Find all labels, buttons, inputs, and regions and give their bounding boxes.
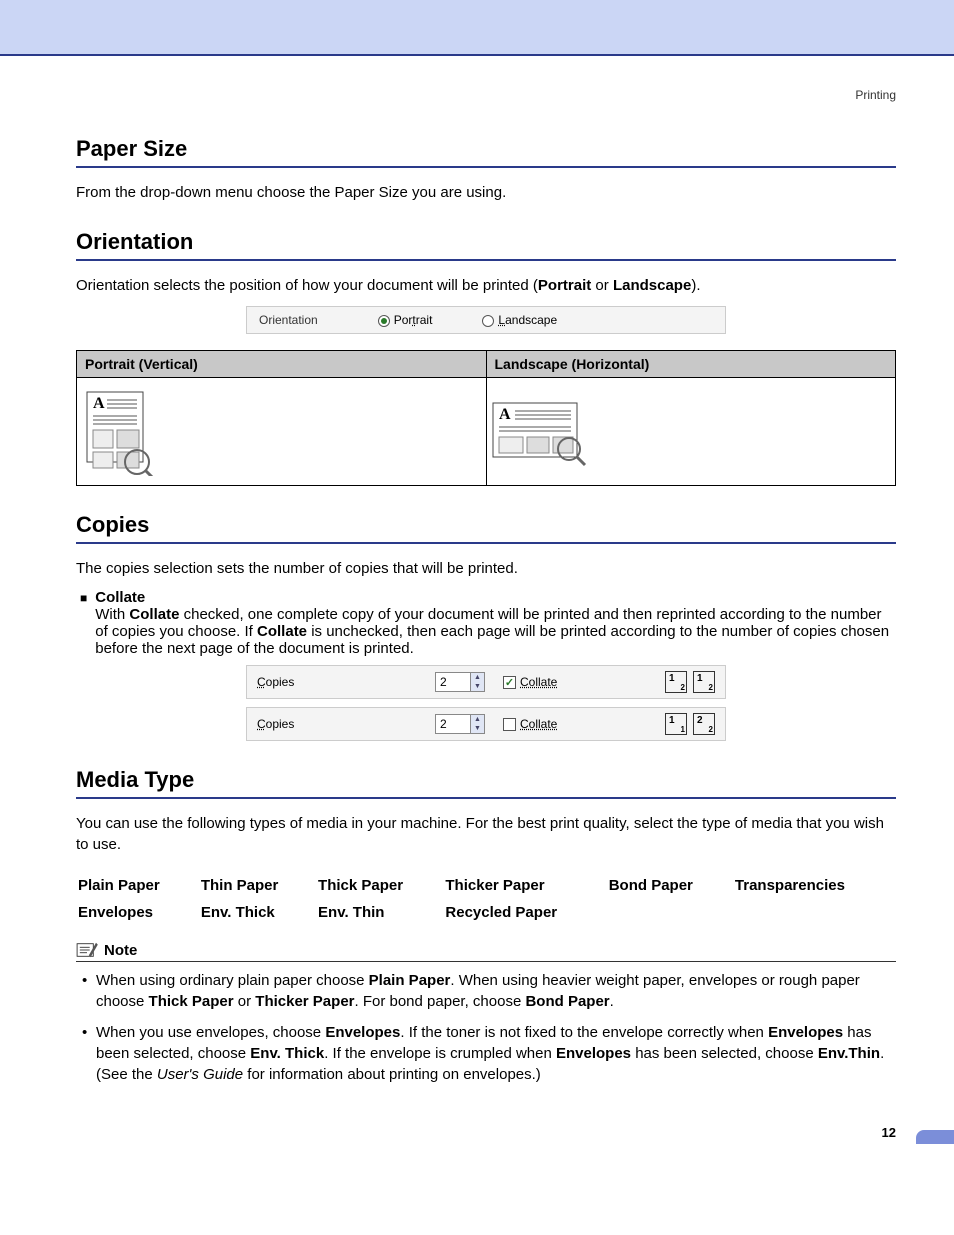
text: or — [591, 277, 613, 294]
collate-order-icon: 12 12 — [665, 671, 715, 693]
note-item: When you use envelopes, choose Envelopes… — [82, 1022, 896, 1085]
text: ). — [691, 277, 700, 294]
copies-input[interactable] — [436, 715, 470, 733]
copies-spinner[interactable]: ▲▼ — [435, 714, 485, 734]
page-number: 12 — [76, 1125, 896, 1170]
td-portrait-icon: A — [77, 378, 487, 486]
copies-input[interactable] — [436, 673, 470, 691]
text: With — [95, 606, 129, 623]
copies-body: The copies selection sets the number of … — [76, 558, 896, 579]
text: Orientation selects the position of how … — [76, 277, 538, 294]
th-portrait: Portrait (Vertical) — [77, 351, 487, 378]
orientation-dialog: Orientation Portrait Landscape — [246, 306, 726, 334]
media-table: Plain Paper Thin Paper Thick Paper Thick… — [76, 871, 896, 927]
collate-label: Collate — [95, 589, 145, 606]
document-portrait-icon: A — [77, 388, 157, 476]
th-landscape: Landscape (Horizontal) — [486, 351, 896, 378]
note-list: When using ordinary plain paper choose P… — [76, 970, 896, 1085]
copies-row-unchecked: Copies ▲▼ Collate 11 22 — [246, 707, 726, 741]
note-heading: Note — [76, 941, 896, 962]
checkbox-icon — [503, 718, 516, 731]
collate-checkbox[interactable]: ✓Collate — [503, 675, 557, 689]
media-cell: Bond Paper — [609, 873, 733, 898]
note-icon — [76, 941, 98, 959]
top-band — [0, 0, 954, 56]
media-body: You can use the following types of media… — [76, 813, 896, 855]
svg-text:A: A — [499, 406, 511, 423]
checkbox-icon: ✓ — [503, 676, 516, 689]
media-cell: Env. Thick — [201, 900, 316, 925]
radio-portrait[interactable]: Portrait — [378, 313, 433, 327]
media-cell: Thicker Paper — [445, 873, 606, 898]
dialog-label: Orientation — [259, 313, 318, 327]
heading-media-type: Media Type — [76, 767, 896, 799]
orientation-intro: Orientation selects the position of how … — [76, 275, 896, 296]
media-cell: Env. Thin — [318, 900, 443, 925]
note-label: Note — [104, 942, 137, 959]
media-cell: Envelopes — [78, 900, 199, 925]
heading-paper-size: Paper Size — [76, 136, 896, 168]
orientation-table: Portrait (Vertical) Landscape (Horizonta… — [76, 350, 896, 486]
copies-label: Copies — [257, 717, 417, 731]
spinner-arrows-icon[interactable]: ▲▼ — [470, 715, 484, 733]
text-bold: Collate — [129, 606, 179, 623]
copies-label: Copies — [257, 675, 417, 689]
media-cell: Transparencies — [735, 873, 894, 898]
svg-text:A: A — [93, 395, 105, 412]
media-cell: Recycled Paper — [445, 900, 606, 925]
radio-icon — [482, 315, 494, 327]
text-bold: Collate — [257, 623, 307, 640]
text-bold: Landscape — [613, 277, 691, 294]
radio-landscape[interactable]: Landscape — [482, 313, 557, 327]
paper-size-body: From the drop-down menu choose the Paper… — [76, 182, 896, 203]
collate-order-icon: 11 22 — [665, 713, 715, 735]
collate-bullet: ■ Collate With Collate checked, one comp… — [80, 589, 896, 657]
heading-orientation: Orientation — [76, 229, 896, 261]
text-bold: Portrait — [538, 277, 591, 294]
document-landscape-icon: A — [487, 397, 587, 467]
heading-copies: Copies — [76, 512, 896, 544]
copies-row-checked: Copies ▲▼ ✓Collate 12 12 — [246, 665, 726, 699]
media-cell: Thick Paper — [318, 873, 443, 898]
spinner-arrows-icon[interactable]: ▲▼ — [470, 673, 484, 691]
collate-checkbox[interactable]: Collate — [503, 717, 557, 731]
square-bullet-icon: ■ — [80, 591, 87, 657]
copies-spinner[interactable]: ▲▼ — [435, 672, 485, 692]
radio-icon — [378, 315, 390, 327]
media-cell: Plain Paper — [78, 873, 199, 898]
note-item: When using ordinary plain paper choose P… — [82, 970, 896, 1012]
media-cell: Thin Paper — [201, 873, 316, 898]
td-landscape-icon: A — [486, 378, 896, 486]
header-label: Printing — [76, 88, 896, 102]
